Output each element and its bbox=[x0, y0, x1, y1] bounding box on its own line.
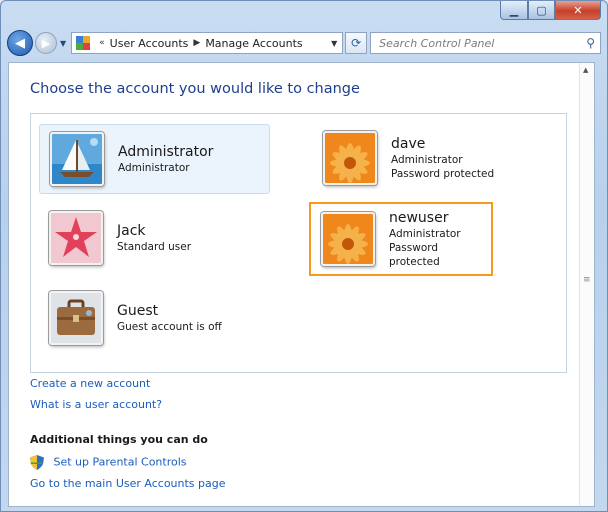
account-tile-dave[interactable]: dave Administrator Password protected bbox=[313, 124, 543, 192]
page-title: Choose the account you would like to cha… bbox=[30, 81, 360, 97]
breadcrumb-user-accounts[interactable]: User Accounts bbox=[110, 37, 189, 50]
back-arrow-icon[interactable]: ◀ bbox=[7, 30, 33, 56]
maximize-icon[interactable]: ▢ bbox=[528, 1, 555, 20]
account-tile-newuser[interactable]: newuser Administrator Password protected bbox=[309, 202, 493, 276]
main-user-accounts-row: Go to the main User Accounts page bbox=[30, 477, 226, 490]
what-is-user-account-link[interactable]: What is a user account? bbox=[30, 398, 162, 411]
create-new-account-link[interactable]: Create a new account bbox=[30, 377, 150, 390]
orange-flower-picture bbox=[323, 131, 377, 185]
account-type: Administrator bbox=[389, 227, 461, 240]
account-tile-guest[interactable]: Guest Guest account is off bbox=[39, 284, 268, 352]
account-password-status: Password protected bbox=[389, 241, 440, 268]
account-tile-administrator[interactable]: Administrator Administrator bbox=[39, 124, 270, 194]
briefcase-picture bbox=[49, 291, 103, 345]
search-input[interactable] bbox=[377, 35, 562, 51]
control-panel-icon bbox=[76, 36, 91, 50]
search-icon[interactable]: ⚲ bbox=[586, 36, 595, 50]
minimize-icon[interactable]: ▁ bbox=[500, 1, 528, 20]
recent-pages-dropdown-icon[interactable]: ▼ bbox=[60, 39, 66, 48]
account-type: Administrator bbox=[118, 161, 190, 174]
additional-things-heading: Additional things you can do bbox=[30, 433, 208, 446]
address-dropdown-icon[interactable]: ▼ bbox=[325, 33, 342, 53]
forward-arrow-icon[interactable]: ▶ bbox=[35, 32, 57, 54]
account-name: Guest bbox=[117, 302, 159, 319]
account-type: Standard user bbox=[117, 240, 192, 253]
search-box[interactable]: ⚲ bbox=[370, 32, 601, 54]
refresh-icon[interactable]: ⟳ bbox=[345, 32, 368, 54]
caption-buttons: ▁ ▢ ✕ bbox=[500, 1, 601, 23]
accounts-panel: Administrator Administrator dave Adminis… bbox=[30, 113, 567, 373]
breadcrumb-separator-icon[interactable]: ▶ bbox=[193, 38, 200, 48]
account-type: Administrator bbox=[391, 153, 463, 166]
uac-shield-icon bbox=[30, 455, 44, 470]
navigation-bar: ◀ ▶ ▼ « User Accounts ▶ Manage Accounts … bbox=[7, 28, 601, 58]
user-accounts-window: ▁ ▢ ✕ ◀ ▶ ▼ « User Accounts ▶ Manage Acc… bbox=[0, 0, 608, 512]
content-pane: ▲ ≡ Choose the account you would like to… bbox=[8, 62, 595, 507]
create-account-link-row: Create a new account bbox=[30, 377, 150, 390]
vertical-scrollbar[interactable]: ▲ ≡ bbox=[579, 63, 594, 506]
account-name: Administrator bbox=[118, 143, 214, 160]
set-up-parental-controls-link[interactable]: Set up Parental Controls bbox=[54, 456, 187, 469]
what-is-account-link-row: What is a user account? bbox=[30, 398, 162, 411]
scroll-up-icon[interactable]: ▲ bbox=[583, 66, 588, 74]
breadcrumb-manage-accounts[interactable]: Manage Accounts bbox=[205, 37, 302, 50]
close-icon[interactable]: ✕ bbox=[555, 1, 601, 20]
main-user-accounts-page-link[interactable]: Go to the main User Accounts page bbox=[30, 477, 226, 490]
breadcrumb-overflow-icon[interactable]: « bbox=[99, 38, 105, 48]
account-name: newuser bbox=[389, 209, 449, 226]
account-name: dave bbox=[391, 135, 426, 152]
account-status: Guest account is off bbox=[117, 320, 222, 333]
address-bar[interactable]: « User Accounts ▶ Manage Accounts ▼ bbox=[71, 32, 344, 54]
pink-starfish-picture bbox=[49, 211, 103, 265]
parental-controls-row: Set up Parental Controls bbox=[30, 455, 187, 470]
account-name: Jack bbox=[117, 222, 146, 239]
scrollbar-grip-icon[interactable]: ≡ bbox=[583, 275, 591, 285]
account-password-status: Password protected bbox=[391, 167, 495, 180]
sailboat-picture bbox=[50, 132, 104, 186]
orange-flower-picture bbox=[321, 212, 375, 266]
account-tile-jack[interactable]: Jack Standard user bbox=[39, 204, 268, 272]
